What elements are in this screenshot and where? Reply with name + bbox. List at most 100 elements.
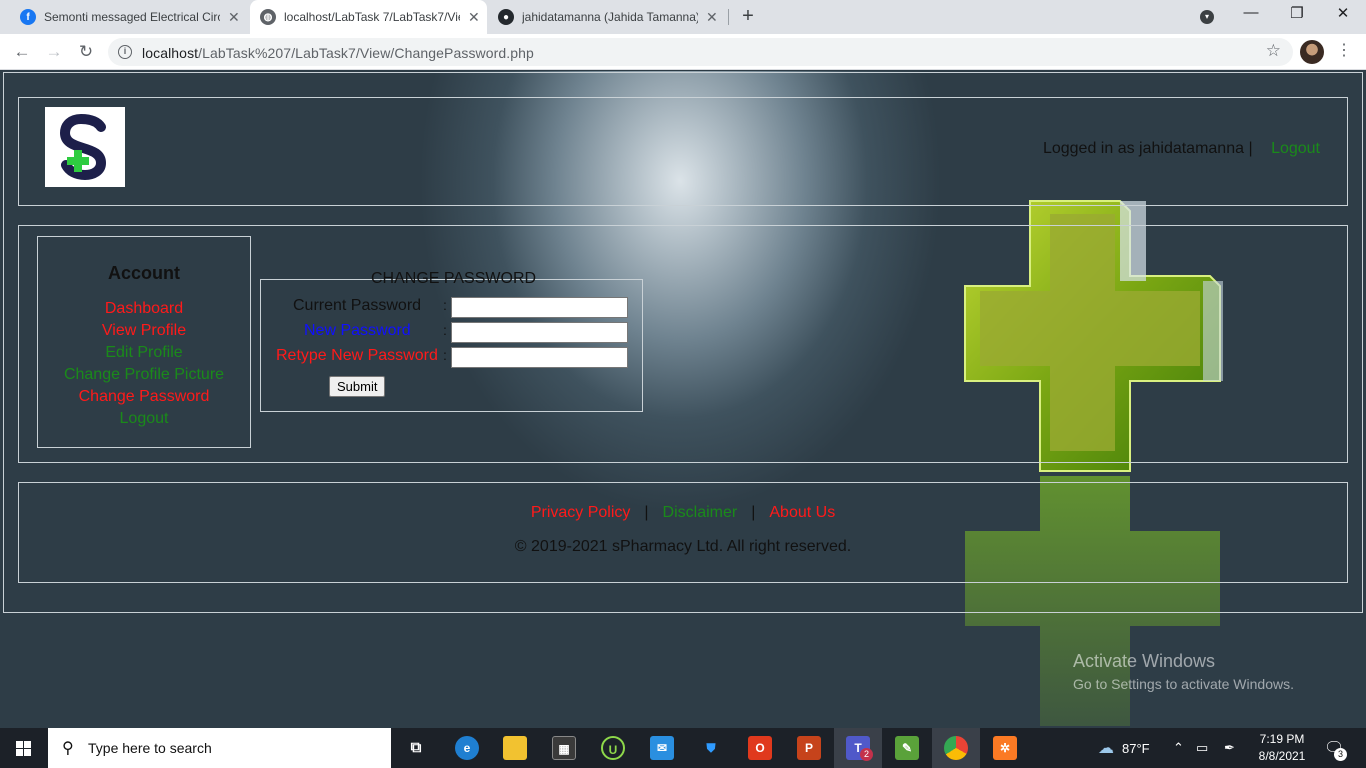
facebook-icon: f — [20, 9, 36, 25]
about-us-link[interactable]: About Us — [769, 504, 835, 521]
sidebar-link-logout[interactable]: Logout — [38, 408, 250, 430]
tab-change-password[interactable]: ◍ localhost/LabTask 7/LabTask7/Vie ✕ — [250, 0, 487, 34]
sidebar-title: Account — [108, 263, 180, 283]
weather-temp: 87°F — [1122, 740, 1150, 756]
tab-divider — [728, 9, 729, 25]
page-viewport: Logged in as jahidatamanna | Logout Acco… — [0, 71, 1366, 728]
tab-search-icon[interactable]: ▾ — [1200, 10, 1214, 24]
copyright-text: © 2019-2021 sPharmacy Ltd. All right res… — [514, 538, 852, 555]
clock-date: 8/8/2021 — [1258, 749, 1306, 763]
watermark-subtitle: Go to Settings to activate Windows. — [1073, 676, 1294, 692]
spharmacy-logo — [45, 107, 125, 187]
submit-button[interactable]: Submit — [329, 376, 386, 397]
minimize-icon[interactable]: — — [1228, 4, 1274, 21]
office-icon[interactable]: O — [748, 736, 772, 760]
chevron-up-icon: ⌃ — [1173, 740, 1184, 755]
sidebar-link-view-profile[interactable]: View Profile — [38, 320, 250, 342]
chrome-icon[interactable] — [944, 736, 968, 760]
footer-separator: | — [751, 504, 756, 521]
sidebar-link-change-password[interactable]: Change Password — [38, 386, 250, 408]
windows-logo-icon — [16, 741, 31, 756]
disclaimer-link[interactable]: Disclaimer — [663, 504, 738, 521]
retype-password-row: Retype New Password : — [261, 347, 644, 369]
store-icon[interactable]: ▦ — [552, 736, 576, 760]
watermark-title: Activate Windows — [1073, 651, 1216, 671]
logged-in-text: Logged in as jahidatamanna | — [1042, 140, 1253, 157]
url-path: /LabTask%207/LabTask7/View/ChangePasswor… — [198, 45, 534, 61]
sidebar-link-edit-profile[interactable]: Edit Profile — [38, 342, 250, 364]
close-window-icon[interactable]: ✕ — [1320, 4, 1366, 22]
current-password-input[interactable] — [451, 297, 628, 318]
teams-badge: 2 — [860, 748, 873, 761]
weather-widget[interactable]: ☁ 87°F — [1098, 728, 1150, 768]
windows-taskbar: ⚲ Type here to search ⧉ e ▦ U ✉ ⛊ O P T … — [0, 728, 1366, 768]
new-tab-icon[interactable]: + — [738, 5, 758, 28]
show-hidden-icons[interactable]: ⌃ — [1173, 728, 1184, 768]
menu-kebab-icon[interactable]: ⋮ — [1336, 40, 1352, 60]
tab-title: Semonti messaged Electrical Circ — [44, 10, 220, 24]
taskbar-search-placeholder: Type here to search — [88, 740, 212, 756]
current-password-row: Current Password : — [261, 297, 644, 319]
header-logout-link[interactable]: Logout — [1271, 140, 1320, 157]
clock-time: 7:19 PM — [1259, 732, 1305, 746]
close-tab-icon[interactable]: ✕ — [228, 9, 240, 26]
globe-icon: ◍ — [260, 9, 276, 25]
file-explorer-icon[interactable] — [503, 736, 527, 760]
battery-icon[interactable]: ▭ — [1196, 728, 1208, 768]
browser-tab-bar: f Semonti messaged Electrical Circ ✕ ◍ l… — [0, 0, 1366, 34]
tab-title: jahidatamanna (Jahida Tamanna) — [522, 10, 698, 24]
activate-windows-watermark: Activate Windows Go to Settings to activ… — [1073, 651, 1294, 692]
change-password-fieldset: CHANGE PASSWORD Current Password : New P… — [260, 270, 644, 412]
forward-icon[interactable]: → — [42, 40, 66, 64]
pen-icon[interactable]: ✒ — [1224, 728, 1235, 768]
close-tab-icon[interactable]: ✕ — [706, 9, 718, 26]
taskbar-clock[interactable]: 7:19 PM 8/8/2021 — [1247, 731, 1317, 765]
github-icon: ● — [498, 9, 514, 25]
footer-links: Privacy Policy | Disclaimer | About Us — [0, 504, 1366, 522]
browser-toolbar: ← → ↻ i localhost/LabTask%207/LabTask7/V… — [0, 34, 1366, 70]
new-password-row: New Password : — [261, 322, 644, 344]
new-password-input[interactable] — [451, 322, 628, 343]
upwork-icon[interactable]: U — [601, 736, 625, 760]
taskbar-search[interactable]: ⚲ Type here to search — [48, 728, 391, 768]
current-password-label: Current Password — [293, 297, 422, 314]
field-colon: : — [443, 322, 447, 338]
tab-title: localhost/LabTask 7/LabTask7/Vie — [284, 10, 460, 24]
back-icon[interactable]: ← — [10, 40, 34, 64]
start-button[interactable] — [0, 728, 48, 768]
task-view-icon[interactable]: ⧉ — [404, 736, 428, 760]
site-info-icon[interactable]: i — [118, 45, 132, 59]
restore-icon[interactable]: ❐ — [1274, 4, 1320, 22]
field-colon: : — [443, 297, 447, 313]
change-password-legend: CHANGE PASSWORD — [371, 270, 537, 287]
reload-icon[interactable]: ↻ — [74, 40, 98, 64]
notification-count: 3 — [1334, 748, 1347, 761]
footer-section — [18, 482, 1348, 583]
url-host: localhost — [142, 45, 199, 61]
notepad-icon[interactable]: ✎ — [895, 736, 919, 760]
field-colon: : — [443, 347, 447, 363]
sidebar-link-dashboard[interactable]: Dashboard — [38, 298, 250, 320]
tab-github[interactable]: ● jahidatamanna (Jahida Tamanna) ✕ — [490, 0, 730, 34]
sidebar-link-change-profile-picture[interactable]: Change Profile Picture — [38, 364, 250, 386]
security-shield-icon[interactable]: ⛊ — [699, 736, 723, 760]
mail-icon[interactable]: ✉ — [650, 736, 674, 760]
address-bar[interactable]: i localhost/LabTask%207/LabTask7/View/Ch… — [108, 38, 1293, 66]
powerpoint-icon[interactable]: P — [797, 736, 821, 760]
footer-separator: | — [644, 504, 649, 521]
logo-icon — [59, 113, 107, 181]
xampp-icon[interactable]: ✲ — [993, 736, 1017, 760]
edge-icon[interactable]: e — [455, 736, 479, 760]
retype-password-label: Retype New Password — [276, 347, 438, 364]
search-icon: ⚲ — [62, 740, 74, 757]
url-text: localhost/LabTask%207/LabTask7/View/Chan… — [142, 45, 534, 61]
retype-password-input[interactable] — [451, 347, 628, 368]
tab-facebook[interactable]: f Semonti messaged Electrical Circ ✕ — [10, 0, 250, 34]
account-sidebar: Account Dashboard View Profile Edit Prof… — [37, 236, 251, 448]
cloud-icon: ☁ — [1098, 740, 1114, 757]
privacy-policy-link[interactable]: Privacy Policy — [531, 504, 631, 521]
close-tab-icon[interactable]: ✕ — [468, 9, 480, 26]
bookmark-star-icon[interactable]: ☆ — [1266, 41, 1281, 61]
profile-avatar[interactable] — [1300, 40, 1324, 64]
logged-in-info: Logged in as jahidatamanna | Logout — [1043, 140, 1320, 158]
